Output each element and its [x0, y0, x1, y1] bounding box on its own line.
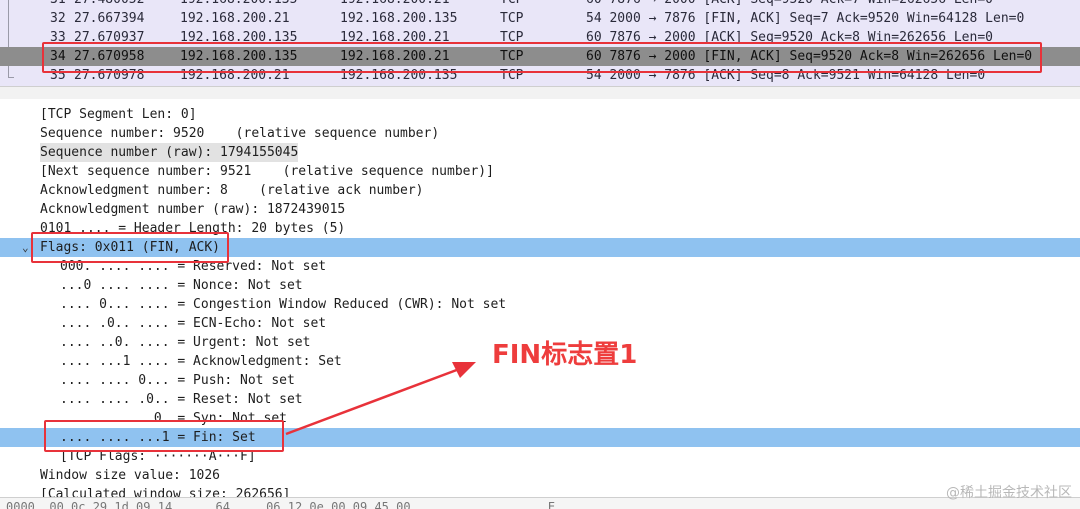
detail-text: .... ...1 .... = Acknowledgment: Set: [60, 354, 342, 369]
packet-no: 32: [50, 11, 66, 26]
flags-highlight-box: [31, 232, 229, 263]
detail-line-highlighted[interactable]: Sequence number (raw): 1794155045: [0, 143, 1080, 162]
detail-text: Acknowledgment number: 8 (relative ack n…: [40, 183, 424, 198]
detail-text: Sequence number: 9520 (relative sequence…: [40, 126, 440, 141]
detail-text: [Next sequence number: 9521 (relative se…: [40, 164, 494, 179]
packet-no: 31: [50, 0, 66, 9]
packet-protocol: TCP: [500, 0, 523, 9]
detail-text: .... .... .0.. = Reset: Not set: [60, 392, 303, 407]
packet-row[interactable]: 32 27.667394 192.168.200.21 192.168.200.…: [0, 9, 1080, 28]
fin-highlight-box: [44, 420, 284, 452]
detail-text: [TCP Segment Len: 0]: [40, 107, 197, 122]
detail-text: .... .0.. .... = ECN-Echo: Not set: [60, 316, 327, 331]
chevron-down-icon[interactable]: ⌄: [22, 238, 29, 257]
annotation-label: FIN标志置1: [492, 340, 638, 370]
flag-line[interactable]: .... .... 0... = Push: Not set: [0, 371, 1080, 390]
packet-time: 27.667394: [74, 11, 145, 26]
packet-destination: 192.168.200.135: [340, 11, 458, 26]
detail-line[interactable]: [Next sequence number: 9521 (relative se…: [0, 162, 1080, 181]
flag-line[interactable]: ...0 .... .... = Nonce: Not set: [0, 276, 1080, 295]
packet-protocol: TCP: [500, 11, 524, 26]
detail-text: .... 0... .... = Congestion Window Reduc…: [60, 297, 507, 312]
packet-info: 54 2000 → 7876 [FIN, ACK] Seq=7 Ack=9520…: [586, 11, 1025, 26]
bytes-pane: 0000 00 0c 29 1d 09 14 ... 64 ... 06 12 …: [0, 497, 1080, 509]
packet-destination: 192.168.200.21: [340, 0, 450, 9]
flag-line[interactable]: .... 0... .... = Congestion Window Reduc…: [0, 295, 1080, 314]
detail-line[interactable]: [Calculated window size: 262656]: [0, 485, 1080, 497]
detail-text: Acknowledgment number (raw): 1872439015: [40, 202, 346, 217]
detail-line[interactable]: Window size value: 1026: [0, 466, 1080, 485]
pane-splitter[interactable]: [0, 86, 1080, 100]
detail-line[interactable]: Acknowledgment number (raw): 1872439015: [0, 200, 1080, 219]
detail-text: ...0 .... .... = Nonce: Not set: [60, 278, 303, 293]
detail-line[interactable]: Sequence number: 9520 (relative sequence…: [0, 124, 1080, 143]
detail-text: .... .... 0... = Push: Not set: [60, 373, 295, 388]
packet-time: 27.480052: [74, 0, 144, 9]
detail-text: .... ..0. .... = Urgent: Not set: [60, 335, 311, 350]
flag-line[interactable]: .... .0.. .... = ECN-Echo: Not set: [0, 314, 1080, 333]
detail-line[interactable]: Acknowledgment number: 8 (relative ack n…: [0, 181, 1080, 200]
detail-text: [Calculated window size: 262656]: [40, 487, 291, 497]
detail-line[interactable]: [TCP Segment Len: 0]: [0, 105, 1080, 124]
packet-info: 60 7876 → 2000 [ACK] Seq=9520 Ack=7 Win=…: [586, 0, 993, 9]
packet-row[interactable]: 31 27.480052 192.168.200.135 192.168.200…: [0, 0, 1080, 9]
packet-highlight-box: [42, 42, 1042, 73]
detail-text: Window size value: 1026: [40, 468, 221, 483]
watermark-text: @稀土掘金技术社区: [946, 485, 1072, 501]
packet-source: 192.168.200.21: [180, 11, 290, 26]
flag-line[interactable]: .... .... .0.. = Reset: Not set: [0, 390, 1080, 409]
packet-source: 192.168.200.135: [180, 0, 297, 9]
detail-text: Sequence number (raw): 1794155045: [40, 143, 299, 162]
